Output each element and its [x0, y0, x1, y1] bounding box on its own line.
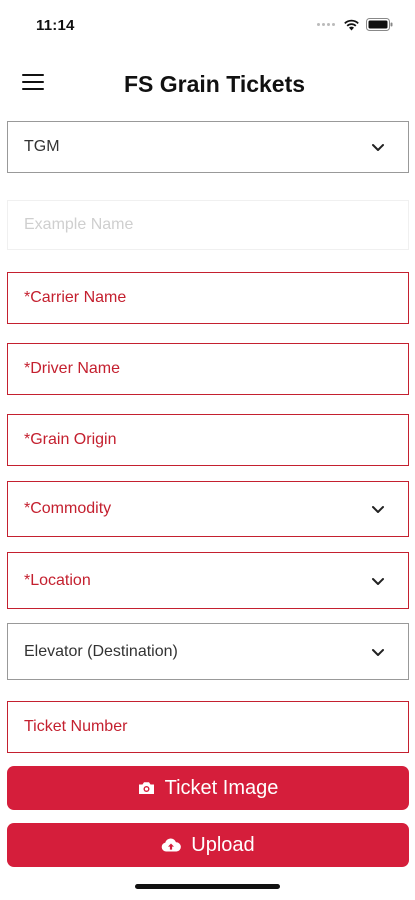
- home-indicator: [135, 884, 280, 889]
- elevator-destination-select[interactable]: Elevator (Destination): [7, 623, 409, 680]
- cellular-signal-icon: [317, 23, 335, 26]
- commodity-select[interactable]: *Commodity: [7, 481, 409, 537]
- chevron-down-icon: [372, 577, 384, 585]
- ticket-image-label: Ticket Image: [164, 776, 279, 799]
- location-select[interactable]: *Location: [7, 552, 409, 609]
- example-name-input[interactable]: Example Name: [7, 200, 409, 250]
- example-name-placeholder: Example Name: [24, 216, 134, 233]
- company-value: TGM: [24, 138, 60, 155]
- elevator-placeholder: Elevator (Destination): [24, 642, 178, 660]
- grain-origin-placeholder: *Grain Origin: [24, 431, 117, 448]
- battery-icon: [366, 18, 393, 31]
- grain-origin-input[interactable]: *Grain Origin: [7, 414, 409, 466]
- app-header: FS Grain Tickets: [0, 60, 415, 110]
- ticket-number-input[interactable]: Ticket Number: [7, 701, 409, 753]
- camera-icon: [138, 782, 154, 794]
- chevron-down-icon: [372, 648, 384, 656]
- chevron-down-icon: [372, 506, 384, 513]
- upload-button[interactable]: Upload: [7, 823, 409, 867]
- cloud-upload-icon: [162, 838, 182, 852]
- status-icons: [317, 18, 393, 31]
- location-placeholder: *Location: [24, 571, 91, 589]
- carrier-name-placeholder: *Carrier Name: [24, 289, 127, 306]
- commodity-placeholder: *Commodity: [24, 500, 112, 517]
- upload-label: Upload: [191, 833, 255, 856]
- company-select[interactable]: TGM: [7, 121, 409, 173]
- ticket-image-button[interactable]: Ticket Image: [7, 766, 409, 810]
- page-title: FS Grain Tickets: [123, 71, 306, 97]
- status-time: 11:14: [36, 17, 75, 34]
- driver-name-placeholder: *Driver Name: [24, 360, 121, 377]
- ticket-number-placeholder: Ticket Number: [24, 718, 128, 735]
- driver-name-input[interactable]: *Driver Name: [7, 343, 409, 395]
- chevron-down-icon: [372, 144, 384, 151]
- carrier-name-input[interactable]: *Carrier Name: [7, 272, 409, 324]
- wifi-icon: [344, 19, 359, 30]
- status-bar: 11:14: [0, 0, 415, 52]
